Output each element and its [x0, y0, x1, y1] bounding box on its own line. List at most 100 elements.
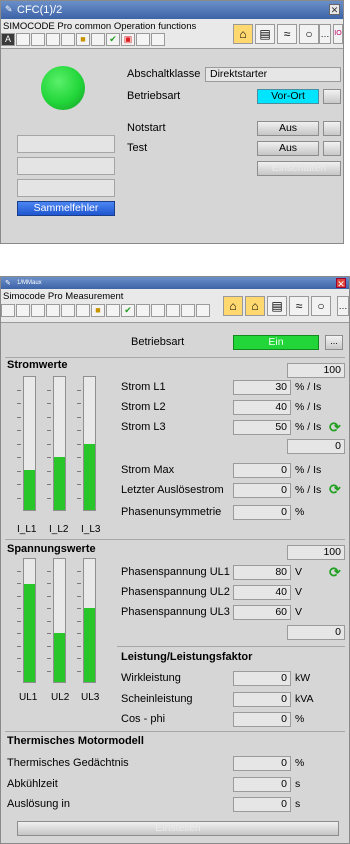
toolbar-cell[interactable]: [166, 304, 180, 317]
faceplate-icon[interactable]: ▤: [255, 24, 275, 44]
strom-bar-label-l3: I_L3: [81, 524, 101, 535]
bar-tick: [17, 621, 21, 622]
test-button[interactable]: Aus: [257, 141, 319, 156]
bar-tick: [17, 471, 21, 472]
bar-tick: [17, 444, 21, 445]
bar-tick: [47, 471, 51, 472]
test-label: Test: [127, 142, 148, 154]
cfc-titlebar[interactable]: ✎ CFC(1)/2 ✕: [1, 1, 343, 19]
strom-max-value: 0: [233, 463, 291, 478]
notstart-label: Notstart: [127, 122, 166, 134]
io-icon[interactable]: IO: [333, 24, 343, 44]
betriebsart-more-button[interactable]: [323, 89, 341, 104]
spannung-bar-ul3: [83, 558, 96, 683]
sammelfehler-button[interactable]: Sammelfehler: [17, 201, 115, 216]
scheinleistung-value: 0: [233, 692, 291, 707]
abschaltklasse-label: Abschaltklasse: [127, 68, 201, 80]
toolbar-cell[interactable]: [31, 33, 45, 46]
bar-tick: [47, 633, 51, 634]
meas-titlebar[interactable]: ✎ 1/MMaux ✕: [1, 277, 349, 289]
strom-scale-min[interactable]: 0: [287, 439, 345, 454]
alarm-icon[interactable]: ▣: [121, 33, 135, 46]
spannung-scale-min[interactable]: 0: [287, 625, 345, 640]
thermisches-gedaechtnis-label: Thermisches Gedächtnis: [7, 757, 129, 769]
toolbar-cell[interactable]: [61, 304, 75, 317]
notstart-button[interactable]: Aus: [257, 121, 319, 136]
bar-tick: [47, 498, 51, 499]
toolbar-cell[interactable]: [31, 304, 45, 317]
toolbar-cell[interactable]: [136, 33, 150, 46]
toolbar-cell[interactable]: [181, 304, 195, 317]
abkuehlzeit-label: Abkühlzeit: [7, 778, 58, 790]
home-icon[interactable]: ⌂: [223, 296, 243, 316]
divider: [5, 357, 345, 358]
toolbar-cell[interactable]: [16, 33, 30, 46]
toolbar-cell[interactable]: [46, 33, 60, 46]
spannung-scale-max[interactable]: 100: [287, 545, 345, 560]
meas-subtitle-bar: Simocode Pro Measurement ■ ✔ ⌂ ⌂ ▤ ≈ ○ …: [1, 289, 349, 323]
strom-bar-label-l2: I_L2: [49, 524, 69, 535]
strom-bar-l3: [83, 376, 96, 511]
toolbar-cell[interactable]: [151, 33, 165, 46]
bar-tick: [77, 583, 81, 584]
strom-max-label: Strom Max: [121, 464, 175, 476]
toolbar-cell[interactable]: [151, 304, 165, 317]
bar-tick: [47, 571, 51, 572]
status-led-icon: [41, 66, 85, 110]
toolbar-cell[interactable]: [46, 304, 60, 317]
strom-scale-max[interactable]: 100: [287, 363, 345, 378]
scheinleistung-unit: kVA: [295, 693, 314, 705]
check-icon[interactable]: ✔: [121, 304, 135, 317]
test-more-button[interactable]: [323, 141, 341, 156]
more-icon[interactable]: …: [337, 296, 349, 316]
strom-refresh-icon[interactable]: ⟳: [329, 420, 341, 434]
betriebsart-button[interactable]: Vor-Ort: [257, 89, 319, 104]
toolbar-cell[interactable]: [1, 304, 15, 317]
einstellen-button[interactable]: Einstellen: [17, 821, 339, 836]
faceplate-icon[interactable]: ▤: [267, 296, 287, 316]
einschalten-button[interactable]: Einschalten: [257, 161, 341, 176]
batch-icon[interactable]: ○: [299, 24, 319, 44]
bar-tick: [77, 471, 81, 472]
strom-bar-l1-fill: [24, 470, 35, 510]
strom-l2-unit: % / Is: [295, 401, 322, 413]
close-icon[interactable]: ✕: [336, 278, 346, 289]
home-icon[interactable]: ⌂: [233, 24, 253, 44]
strom-bar-label-l1: I_L1: [17, 524, 37, 535]
spannung-bar-ul3-fill: [84, 608, 95, 682]
check-icon[interactable]: ✔: [106, 33, 120, 46]
betriebsart-status[interactable]: Ein: [233, 335, 319, 350]
trend-icon[interactable]: ≈: [289, 296, 309, 316]
toolbar-cell[interactable]: [61, 33, 75, 46]
toolbar-cell[interactable]: [91, 33, 105, 46]
spannung-bar-ul2-fill: [54, 632, 65, 682]
toolbar-cell[interactable]: [136, 304, 150, 317]
lock-icon[interactable]: ■: [91, 304, 105, 317]
spannung-refresh-icon[interactable]: ⟳: [329, 565, 341, 579]
close-icon[interactable]: ✕: [329, 4, 340, 15]
betriebsart-label: Betriebsart: [127, 90, 181, 102]
faceplate-home-icon[interactable]: ⌂: [245, 296, 265, 316]
bar-tick: [77, 498, 81, 499]
toolbar-cell-a[interactable]: A: [1, 33, 15, 46]
batch-icon[interactable]: ○: [311, 296, 331, 316]
trend-icon[interactable]: ≈: [277, 24, 297, 44]
strom-l2-value: 40: [233, 400, 291, 415]
strom-bar-l2: [53, 376, 66, 511]
lock-icon[interactable]: ■: [76, 33, 90, 46]
betriebsart-more-button[interactable]: ...: [325, 335, 343, 350]
notstart-more-button[interactable]: [323, 121, 341, 136]
bar-tick: [17, 390, 21, 391]
phasenspannung-ul2-unit: V: [295, 586, 303, 598]
bar-tick: [77, 571, 81, 572]
letzter-refresh-icon[interactable]: ⟳: [329, 482, 341, 496]
cfc-subtitle: SIMOCODE Pro common Operation functions: [3, 21, 197, 32]
abkuehlzeit-value: 0: [233, 777, 291, 792]
bar-tick: [77, 390, 81, 391]
toolbar-cell[interactable]: [16, 304, 30, 317]
toolbar-cell[interactable]: [76, 304, 90, 317]
toolbar-cell[interactable]: [106, 304, 120, 317]
thermisch-heading: Thermisches Motormodell: [7, 735, 144, 747]
more-icon[interactable]: …: [319, 24, 331, 44]
toolbar-cell[interactable]: [196, 304, 210, 317]
